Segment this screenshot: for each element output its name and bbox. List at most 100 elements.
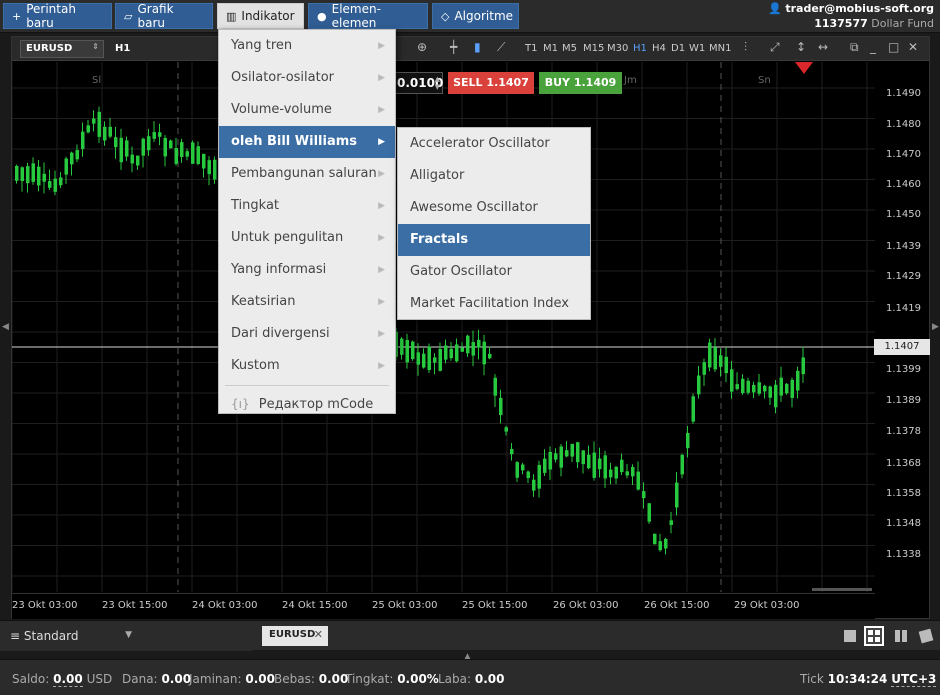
candle-body bbox=[455, 344, 459, 362]
bill-williams-indicator-item[interactable]: Accelerator Oscillator bbox=[398, 128, 590, 160]
maximize-icon[interactable]: □ bbox=[888, 40, 899, 54]
candle-body bbox=[702, 362, 706, 375]
price-tick-label: 1.1358 bbox=[886, 488, 921, 499]
algorithms-button[interactable]: ◇ Algoritme bbox=[432, 3, 519, 29]
indicator-category-item[interactable]: Pembangunan saluran ▶ bbox=[219, 158, 395, 190]
indicator-category-label: Yang tren bbox=[231, 38, 293, 53]
price-axis[interactable]: 1.1490 1.1480 1.1470 1.1460 1.1450 1.1439 1.14… bbox=[875, 62, 931, 592]
diamond-icon: ◇ bbox=[441, 9, 450, 23]
price-tick-label: 1.1460 bbox=[886, 179, 921, 190]
timeframe-m1[interactable]: M1 bbox=[543, 43, 558, 54]
indicator-category-item[interactable]: Untuk pengulitan ▶ bbox=[219, 222, 395, 254]
layout-cascade-icon[interactable] bbox=[918, 628, 934, 644]
chart-tab[interactable]: EURUSD ✕ bbox=[262, 626, 328, 646]
elements-button[interactable]: ● Elemen-elemen bbox=[308, 2, 428, 30]
indicator-category-label: oleh Bill Williams bbox=[231, 134, 358, 149]
indicator-category-item[interactable]: Yang informasi ▶ bbox=[219, 254, 395, 286]
free-margin-value: 0.00 bbox=[318, 672, 349, 686]
scale-icon[interactable]: ⤢ bbox=[770, 40, 780, 55]
candle-body bbox=[15, 165, 19, 181]
balance-label: Saldo: bbox=[12, 672, 50, 686]
scroll-marker-icon[interactable] bbox=[795, 62, 813, 74]
sell-label: SELL bbox=[453, 76, 483, 89]
candle-body bbox=[603, 455, 607, 479]
bill-williams-indicator-label: Awesome Oscillator bbox=[410, 200, 538, 215]
price-tick-label: 1.1338 bbox=[886, 549, 921, 560]
buy-button[interactable]: BUY 1.1409 bbox=[539, 72, 622, 94]
new-chart-button[interactable]: ▱ Grafik baru bbox=[115, 2, 213, 30]
horizontal-resize-icon[interactable]: ↔ bbox=[818, 40, 828, 54]
detach-icon[interactable]: ⧉ bbox=[850, 40, 859, 55]
server-time: 10:34:24 bbox=[827, 672, 888, 686]
vertical-resize-icon[interactable]: ↕ bbox=[796, 40, 806, 54]
indicator-category-item[interactable]: oleh Bill Williams ▶ bbox=[219, 126, 395, 158]
bill-williams-indicator-item[interactable]: Gator Oscillator bbox=[398, 256, 590, 288]
time-axis[interactable]: 23 Okt 03:00 23 Okt 15:00 24 Okt 03:00 24 O… bbox=[12, 593, 875, 619]
candle-body bbox=[493, 377, 497, 396]
indicator-category-item[interactable]: Tingkat ▶ bbox=[219, 190, 395, 222]
indicators-menu: Yang tren ▶ Osilator-osilator ▶ Volume-volum… bbox=[218, 29, 396, 414]
time-tick-label: 26 Okt 15:00 bbox=[644, 600, 710, 611]
mcode-editor-item[interactable]: {ı} Редактор mCode bbox=[219, 389, 395, 419]
bill-williams-indicator-item[interactable]: Alligator bbox=[398, 160, 590, 192]
account-info[interactable]: 👤 trader@mobius-soft.org 1137577 Dollar … bbox=[768, 1, 934, 31]
chart-window: EURUSD ⇕ H1 ⊕ ┿ ▮ ⟋ T1 M1 M5 M15 M30 H1 H4 D1 W1… bbox=[11, 36, 930, 619]
candle-body bbox=[669, 520, 673, 525]
timeframe-mn1[interactable]: MN1 bbox=[709, 43, 731, 54]
timeframe-t1[interactable]: T1 bbox=[525, 43, 537, 54]
bill-williams-indicator-item[interactable]: Market Facilitation Index bbox=[398, 288, 590, 320]
close-icon[interactable]: ✕ bbox=[908, 40, 918, 54]
timeframe-d1[interactable]: D1 bbox=[671, 43, 685, 54]
close-tab-icon[interactable]: ✕ bbox=[314, 628, 323, 641]
layout-selector[interactable]: ≡ Standard ▼ bbox=[0, 621, 252, 651]
candle-type-icon[interactable]: ▮ bbox=[474, 40, 481, 54]
plot-scrollbar bbox=[812, 588, 872, 591]
price-tick-label: 1.1490 bbox=[886, 88, 921, 99]
timeframe-m5[interactable]: M5 bbox=[562, 43, 577, 54]
timeframe-w1[interactable]: W1 bbox=[689, 43, 705, 54]
indicators-button[interactable]: ▥ Indikator bbox=[217, 3, 304, 29]
candle-body bbox=[686, 433, 690, 449]
timeframe-h1[interactable]: H1 bbox=[633, 43, 647, 54]
symbol-selector[interactable]: EURUSD ⇕ bbox=[20, 40, 104, 58]
candle-body bbox=[488, 353, 492, 359]
zoom-icon[interactable]: ⊕ bbox=[417, 40, 427, 54]
candle-body bbox=[59, 177, 63, 186]
indicator-icon[interactable]: ⫶ bbox=[744, 40, 747, 55]
candle-body bbox=[746, 380, 750, 393]
candle-body bbox=[680, 454, 684, 475]
candle-body bbox=[504, 427, 508, 432]
sell-button[interactable]: SELL 1.1407 bbox=[448, 72, 534, 94]
lot-spinner-icon[interactable]: ▲ ▼ bbox=[435, 75, 440, 91]
chevron-right-icon: ▶ bbox=[378, 329, 385, 339]
bill-williams-indicator-item[interactable]: Fractals bbox=[398, 224, 590, 256]
indicator-category-item[interactable]: Yang tren ▶ bbox=[219, 30, 395, 62]
indicator-category-item[interactable]: Kustom ▶ bbox=[219, 350, 395, 382]
candle-body bbox=[422, 353, 426, 368]
candle-body bbox=[97, 111, 101, 137]
bill-williams-indicator-item[interactable]: Awesome Oscillator bbox=[398, 192, 590, 224]
indicator-category-item[interactable]: Dari divergensi ▶ bbox=[219, 318, 395, 350]
right-collapse-icon[interactable]: ▶ bbox=[932, 322, 939, 332]
indicator-category-item[interactable]: Volume-volume ▶ bbox=[219, 94, 395, 126]
bill-williams-indicator-label: Gator Oscillator bbox=[410, 264, 512, 279]
minimize-icon[interactable]: _ bbox=[870, 40, 876, 54]
balance-value[interactable]: 0.00 bbox=[53, 672, 83, 687]
timeframe-h4[interactable]: H4 bbox=[652, 43, 666, 54]
layout-grid-icon[interactable] bbox=[864, 626, 884, 646]
indicator-category-item[interactable]: Keatsirian ▶ bbox=[219, 286, 395, 318]
timeframe-m15[interactable]: M15 bbox=[583, 43, 604, 54]
indicator-category-item[interactable]: Osilator-osilator ▶ bbox=[219, 62, 395, 94]
new-order-button[interactable]: + Perintah baru bbox=[3, 2, 112, 30]
equity-value: 0.00 bbox=[161, 672, 192, 686]
layout-label: Standard bbox=[23, 629, 79, 643]
lot-size-input[interactable]: 0.0100 ▲ ▼ bbox=[393, 72, 443, 94]
chart-header: EURUSD ⇕ H1 ⊕ ┿ ▮ ⟋ T1 M1 M5 M15 M30 H1 H4 D1 W1… bbox=[12, 37, 929, 61]
layout-single-icon[interactable] bbox=[842, 628, 858, 644]
timezone-selector[interactable]: UTC+3 bbox=[891, 672, 937, 687]
timeframe-m30[interactable]: M30 bbox=[607, 43, 628, 54]
left-collapse-icon[interactable]: ◀ bbox=[2, 322, 9, 332]
bar-type-icon[interactable]: ┿ bbox=[450, 40, 457, 54]
line-type-icon[interactable]: ⟋ bbox=[497, 40, 505, 55]
layout-columns-icon[interactable] bbox=[893, 628, 909, 644]
